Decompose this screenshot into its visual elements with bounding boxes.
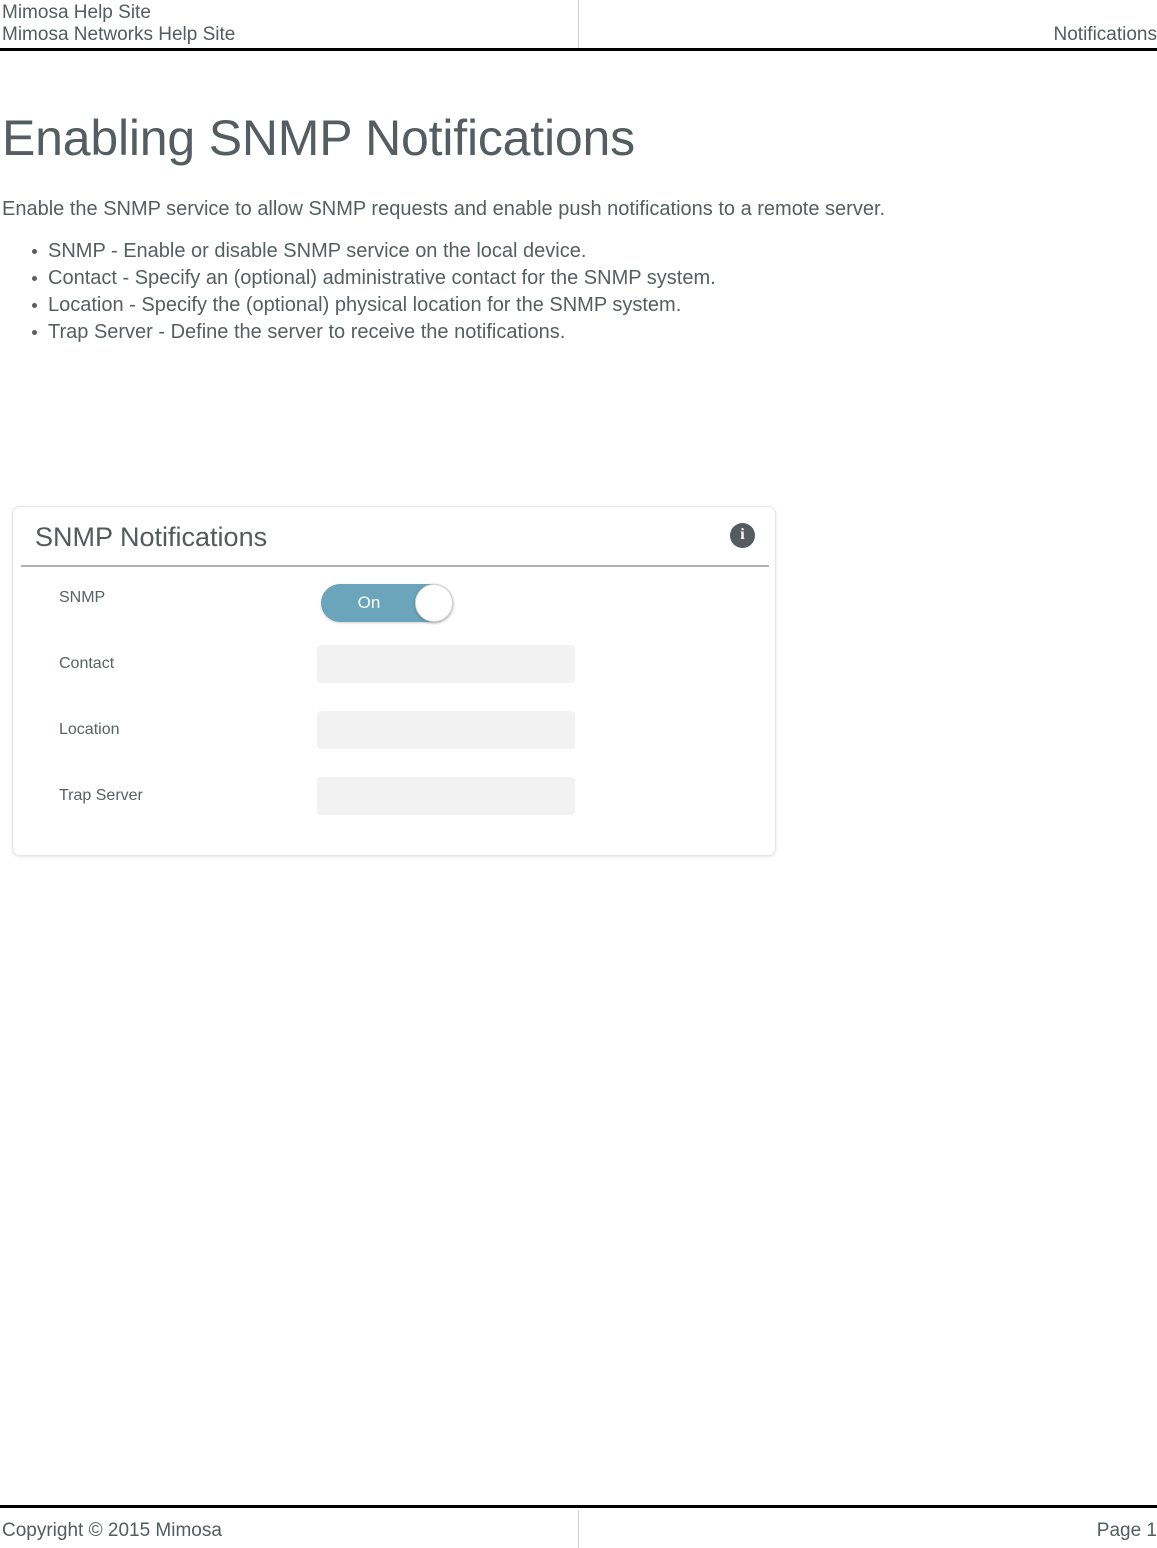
label-contact: Contact <box>59 655 115 672</box>
info-icon[interactable]: i <box>730 523 755 548</box>
info-icon-glyph: i <box>740 525 745 543</box>
snmp-toggle-knob[interactable] <box>415 584 453 622</box>
page-header: Mimosa Help Site Mimosa Networks Help Si… <box>0 0 1157 51</box>
header-left-block: Mimosa Help Site Mimosa Networks Help Si… <box>2 2 572 46</box>
page-footer: Copyright © 2015 Mimosa Page 1 <box>0 1505 1157 1548</box>
feature-bullet-list: SNMP - Enable or disable SNMP service on… <box>0 238 1157 346</box>
list-item: Contact - Specify an (optional) administ… <box>32 265 1157 292</box>
site-subtitle: Mimosa Networks Help Site <box>2 24 236 45</box>
contact-input[interactable] <box>317 645 575 683</box>
site-title: Mimosa Help Site <box>2 2 151 23</box>
footer-page-number: Page 1 <box>1096 1520 1157 1541</box>
footer-divider <box>578 1511 579 1548</box>
header-section-label: Notifications <box>1053 24 1157 45</box>
label-location: Location <box>59 721 120 738</box>
form-row-snmp: SNMP On <box>13 567 775 633</box>
snmp-toggle-state-label: On <box>357 593 381 612</box>
trap-server-input[interactable] <box>317 777 575 815</box>
card-body: SNMP On Contact Location Trap Server <box>13 567 775 831</box>
list-item: Trap Server - Define the server to recei… <box>32 319 1157 346</box>
card-header: SNMP Notifications i <box>13 507 775 565</box>
label-trap-server: Trap Server <box>59 787 143 804</box>
list-item: SNMP - Enable or disable SNMP service on… <box>32 238 1157 265</box>
form-row-location: Location <box>13 699 775 765</box>
location-input[interactable] <box>317 711 575 749</box>
snmp-toggle[interactable]: On <box>321 584 453 622</box>
list-item: Location - Specify the (optional) physic… <box>32 292 1157 319</box>
main-content: Enabling SNMP Notifications Enable the S… <box>0 51 1157 856</box>
form-row-contact: Contact <box>13 633 775 699</box>
label-snmp: SNMP <box>59 589 106 606</box>
card-title: SNMP Notifications <box>35 522 268 552</box>
intro-paragraph: Enable the SNMP service to allow SNMP re… <box>2 198 886 220</box>
footer-copyright: Copyright © 2015 Mimosa <box>2 1520 222 1541</box>
header-divider <box>578 0 579 48</box>
page-title: Enabling SNMP Notifications <box>2 110 635 166</box>
form-row-trap-server: Trap Server <box>13 765 775 831</box>
snmp-notifications-card: SNMP Notifications i SNMP On Contact Loc… <box>12 506 776 856</box>
